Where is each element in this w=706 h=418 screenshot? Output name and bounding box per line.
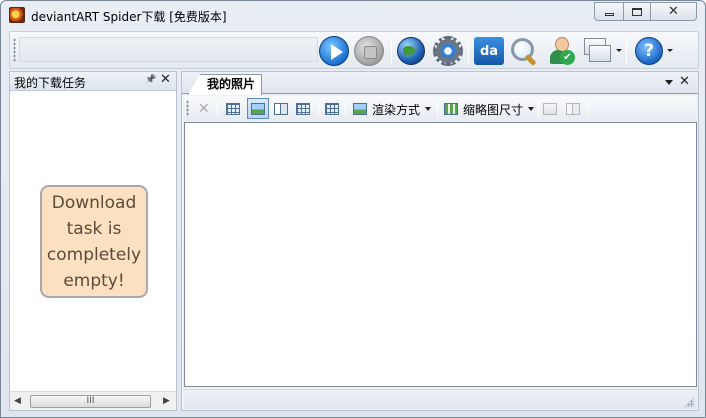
panel-close-icon[interactable]: ✕ bbox=[160, 72, 171, 87]
view-image-button[interactable] bbox=[247, 98, 269, 119]
settings-button[interactable] bbox=[431, 34, 465, 68]
thumbnail-size-dropdown[interactable]: 缩略图尺寸 bbox=[444, 99, 535, 119]
globe-icon bbox=[397, 37, 425, 65]
toolbar-grip[interactable] bbox=[13, 38, 16, 62]
export-icon bbox=[543, 103, 557, 115]
slideshow-button[interactable] bbox=[566, 99, 580, 119]
toolbar-separator bbox=[391, 37, 392, 65]
delete-button[interactable]: ✕ bbox=[198, 99, 210, 119]
toolbar-grip[interactable] bbox=[186, 100, 189, 117]
image-view-icon bbox=[251, 102, 265, 115]
stop-button[interactable] bbox=[352, 34, 386, 68]
toolbar-separator bbox=[437, 100, 438, 117]
minimize-icon bbox=[604, 13, 614, 16]
play-icon bbox=[319, 36, 349, 66]
user-button[interactable] bbox=[545, 34, 579, 68]
thumbnail-size-label: 缩略图尺寸 bbox=[463, 102, 524, 117]
toolbar-separator bbox=[345, 100, 346, 117]
search-button[interactable] bbox=[507, 34, 541, 68]
deviantart-icon: da bbox=[474, 37, 504, 65]
app-logo-icon bbox=[9, 7, 25, 23]
maximize-button[interactable] bbox=[623, 2, 650, 21]
toolbar-separator bbox=[626, 37, 627, 65]
download-tasks-panel: 我的下载任务 📌 ✕ Download task is completely e… bbox=[9, 71, 177, 411]
minimize-button[interactable] bbox=[594, 2, 623, 21]
render-mode-label: 渲染方式 bbox=[372, 102, 421, 117]
details-view-icon bbox=[296, 103, 310, 115]
window-title: deviantART Spider下载 [免费版本] bbox=[31, 10, 227, 24]
view-toolbar: ✕ 渲染方式 缩略图尺寸 bbox=[184, 96, 696, 121]
scroll-thumb[interactable]: III bbox=[30, 395, 151, 408]
thumbnail-size-icon bbox=[444, 103, 458, 115]
window-controls: ✕ bbox=[594, 2, 697, 21]
tab-my-photos[interactable]: 我的照片 bbox=[188, 74, 263, 95]
view-columns-button[interactable] bbox=[274, 99, 288, 119]
view-table-button[interactable] bbox=[325, 99, 339, 119]
view-grid-button[interactable] bbox=[226, 99, 240, 119]
columns-view-icon bbox=[274, 103, 288, 115]
panel-title: 我的下载任务 bbox=[14, 76, 87, 90]
help-icon: ? bbox=[635, 37, 663, 65]
photos-panel: 我的照片 ✕ ✕ 渲染方式 缩略图尺寸 bbox=[181, 71, 699, 411]
pin-icon[interactable]: 📌 bbox=[145, 75, 156, 85]
table-view-icon bbox=[325, 103, 339, 115]
help-dropdown-arrow-icon[interactable] bbox=[667, 49, 673, 52]
slideshow-icon bbox=[566, 103, 580, 115]
toolbar-separator bbox=[318, 100, 319, 117]
close-button[interactable]: ✕ bbox=[650, 2, 697, 21]
globe-button[interactable] bbox=[394, 34, 428, 68]
chevron-down-icon bbox=[425, 107, 432, 111]
windows-button[interactable] bbox=[582, 34, 616, 68]
help-button[interactable]: ? bbox=[632, 34, 666, 68]
deviantart-button[interactable]: da bbox=[472, 34, 506, 68]
search-icon bbox=[509, 36, 539, 66]
main-toolbar: da ? bbox=[9, 31, 699, 69]
app-window: deviantART Spider下载 [免费版本] ✕ da ? 我的下载任务… bbox=[0, 0, 706, 418]
render-mode-dropdown[interactable]: 渲染方式 bbox=[353, 99, 432, 119]
toolbar-separator bbox=[538, 100, 539, 117]
title-bar[interactable]: deviantART Spider下载 [免费版本] ✕ bbox=[1, 1, 705, 31]
tab-close-icon[interactable]: ✕ bbox=[679, 74, 690, 89]
play-button[interactable] bbox=[317, 34, 351, 68]
toolbar-separator bbox=[217, 100, 218, 117]
windows-icon bbox=[583, 37, 615, 65]
scroll-left-icon[interactable]: ◀ bbox=[14, 396, 21, 406]
grid-view-icon bbox=[226, 103, 240, 115]
chevron-down-icon bbox=[528, 107, 535, 111]
render-mode-icon bbox=[353, 103, 367, 115]
delete-icon: ✕ bbox=[198, 101, 210, 117]
close-icon: ✕ bbox=[668, 4, 679, 19]
maximize-icon bbox=[632, 7, 642, 16]
status-bar bbox=[184, 389, 697, 409]
empty-task-note: Download task is completely empty! bbox=[40, 185, 148, 298]
scroll-right-icon[interactable]: ▶ bbox=[163, 396, 170, 406]
toolbar-separator bbox=[468, 37, 469, 65]
tab-strip: 我的照片 ✕ bbox=[182, 72, 698, 95]
tab-list-dropdown-icon[interactable] bbox=[665, 80, 673, 85]
horizontal-scrollbar[interactable]: ◀ III ▶ bbox=[10, 391, 176, 410]
toolbar-separator bbox=[587, 100, 588, 117]
gear-icon bbox=[433, 36, 463, 66]
windows-dropdown-arrow-icon[interactable] bbox=[616, 49, 622, 52]
panel-header: 我的下载任务 📌 ✕ bbox=[10, 72, 176, 91]
stop-icon bbox=[354, 36, 384, 66]
view-details-button[interactable] bbox=[296, 99, 310, 119]
address-field[interactable] bbox=[19, 37, 318, 62]
resize-grip-icon[interactable] bbox=[684, 397, 694, 407]
export-button[interactable] bbox=[543, 99, 557, 119]
user-check-icon bbox=[547, 36, 577, 66]
photo-content-area[interactable] bbox=[184, 122, 697, 387]
